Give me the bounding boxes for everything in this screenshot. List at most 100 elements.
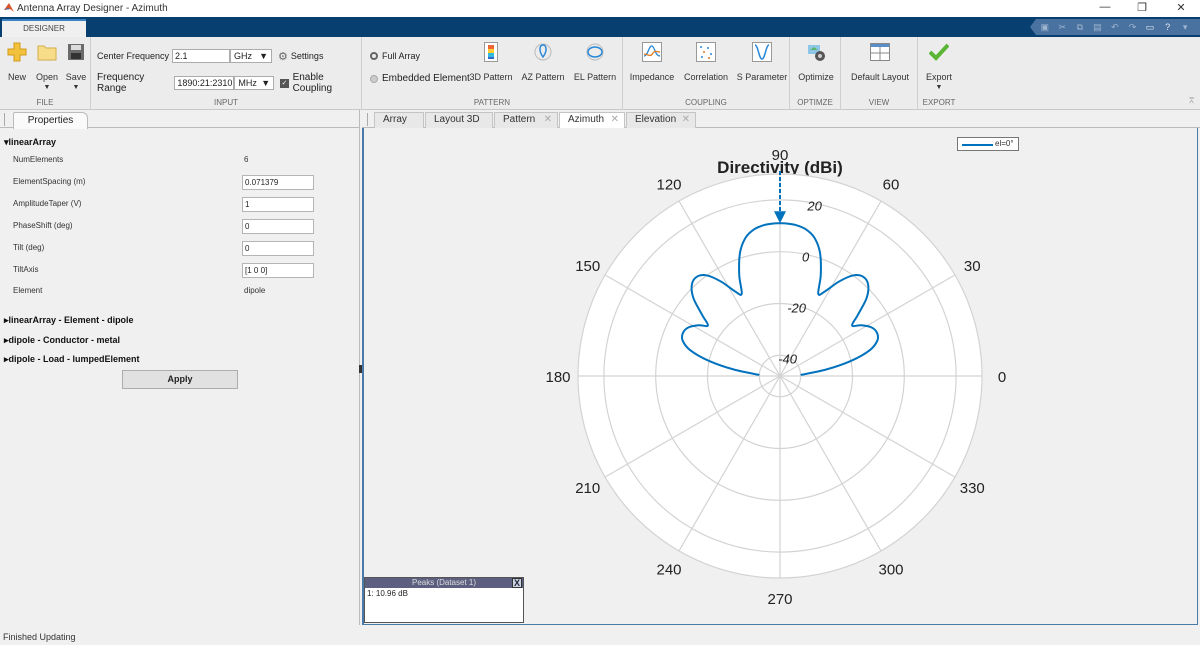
paste-icon[interactable]: ▤: [1091, 22, 1103, 33]
impedance-icon: [642, 42, 662, 62]
coupling-group: Impedance Correlation S Parameter COUPLI…: [623, 37, 790, 110]
matlab-logo-icon: [4, 3, 14, 12]
element-spacing-input[interactable]: 0.071379: [242, 175, 314, 190]
gear-icon: ⚙: [278, 50, 288, 63]
section-element-dipole[interactable]: ▸linearArray - Element - dipole: [4, 315, 134, 326]
az-pattern-icon: [534, 43, 552, 61]
phase-shift-input[interactable]: 0: [242, 219, 314, 234]
tilt-axis-input[interactable]: [1 0 0]: [242, 263, 314, 278]
window-title: Antenna Array Designer - Azimuth: [17, 3, 168, 14]
folder-icon: [37, 45, 57, 61]
el-pattern-icon: [586, 43, 604, 61]
new-button[interactable]: New: [5, 41, 29, 82]
legend[interactable]: el=0°: [957, 137, 1019, 151]
section-load-lumped-element[interactable]: ▸dipole - Load - lumpedElement: [4, 354, 140, 365]
tilt-input[interactable]: 0: [242, 241, 314, 256]
section-conductor-metal[interactable]: ▸dipole - Conductor - metal: [4, 335, 120, 346]
3d-pattern-button[interactable]: 3D Pattern: [468, 41, 514, 82]
prop-label-amplitude-taper: AmplitudeTaper (V): [13, 199, 82, 208]
properties-panel: Properties ▾linearArray NumElements 6 El…: [0, 110, 360, 625]
floppy-disk-icon: [68, 44, 84, 60]
file-group: New Open ▼ Save ▼ FILE: [0, 37, 91, 110]
prop-value-element: dipole: [244, 286, 266, 295]
settings-button[interactable]: ⚙ Settings: [278, 50, 323, 63]
copy-icon[interactable]: ⧉: [1074, 22, 1086, 33]
export-group: Export ▼ EXPORT ⩞: [918, 37, 1200, 110]
panel-grip[interactable]: [4, 113, 5, 126]
peaks-title: Peaks (Dataset 1): [411, 578, 477, 587]
peak-entry: 1: 10.96 dB: [367, 589, 408, 598]
optimize-group: Optimize OPTIMZE: [790, 37, 841, 110]
tab-array[interactable]: Array: [374, 112, 424, 128]
status-bar: Finished Updating: [3, 632, 76, 642]
section-linear-array[interactable]: ▾linearArray: [4, 137, 56, 148]
redo-icon[interactable]: ↷: [1127, 22, 1139, 33]
minimize-button[interactable]: —: [1090, 1, 1120, 13]
pattern-group: Full Array Embedded Element 3D Pattern A…: [362, 37, 623, 110]
export-dropdown-icon[interactable]: ▼: [921, 84, 957, 91]
prop-value-num-elements: 6: [244, 155, 249, 164]
collapse-ribbon-icon[interactable]: ⩞: [1189, 96, 1194, 106]
tab-designer[interactable]: DESIGNER: [2, 19, 86, 37]
save-dropdown-icon[interactable]: ▼: [64, 84, 88, 91]
layout-grid-icon: [870, 43, 890, 61]
view-group: Default Layout VIEW: [841, 37, 918, 110]
close-tab-icon[interactable]: ✕: [611, 113, 619, 127]
close-peaks-button[interactable]: X: [512, 578, 522, 588]
center-frequency-input[interactable]: 2.1: [172, 49, 231, 63]
quick-access-toolbar: ▣ ✂ ⧉ ▤ ↶ ↷ ▭ ? ▾: [1030, 19, 1200, 35]
center-frequency-unit-select[interactable]: GHz ▼: [230, 49, 273, 63]
correlation-icon: [696, 42, 716, 62]
frequency-range-unit-select[interactable]: MHz ▼: [234, 76, 275, 90]
prop-label-phase-shift: PhaseShift (deg): [13, 221, 73, 230]
layout-icon[interactable]: ▭: [1144, 22, 1156, 33]
close-tab-icon[interactable]: ✕: [544, 113, 552, 127]
frequency-range-input[interactable]: 1890:21:2310: [174, 76, 235, 90]
prop-label-num-elements: NumElements: [13, 155, 64, 164]
prop-label-element-spacing: ElementSpacing (m): [13, 177, 86, 186]
tab-properties[interactable]: Properties: [13, 112, 88, 129]
full-array-radio[interactable]: Full Array: [370, 51, 420, 61]
frequency-range-label: Frequency Range: [97, 72, 145, 94]
chevron-down-icon: ▼: [259, 51, 269, 61]
plot-area: [362, 128, 1198, 625]
legend-entry: el=0°: [995, 139, 1014, 148]
save-icon[interactable]: ▣: [1039, 22, 1051, 33]
s-parameter-icon: [752, 42, 772, 62]
s-parameter-button[interactable]: S Parameter: [734, 41, 790, 82]
amplitude-taper-input[interactable]: 1: [242, 197, 314, 212]
options-icon[interactable]: ▾: [1179, 22, 1191, 33]
document-tabs: Array Layout 3D Pattern ✕ Azimuth ✕ Elevat…: [362, 110, 1200, 129]
default-layout-button[interactable]: Default Layout: [845, 41, 915, 82]
open-button[interactable]: Open ▼: [34, 41, 60, 91]
input-group: Center Frequency 2.1 GHz ▼ ⚙ Settings Fre…: [91, 37, 362, 110]
prop-label-element: Element: [13, 286, 43, 295]
help-icon[interactable]: ?: [1162, 22, 1174, 32]
apply-button[interactable]: Apply: [122, 370, 238, 389]
restore-button[interactable]: ❐: [1127, 1, 1157, 14]
optimize-button[interactable]: Optimize: [793, 41, 839, 82]
legend-line-swatch: [962, 144, 993, 146]
tabs-grip[interactable]: [367, 113, 368, 126]
close-button[interactable]: ✕: [1166, 1, 1196, 14]
embedded-element-radio[interactable]: Embedded Element: [370, 73, 470, 84]
az-pattern-button[interactable]: AZ Pattern: [519, 41, 567, 82]
tab-azimuth[interactable]: Azimuth ✕: [559, 112, 625, 129]
enable-coupling-checkbox[interactable]: ✓ Enable Coupling: [280, 72, 361, 94]
close-tab-icon[interactable]: ✕: [682, 113, 690, 127]
export-button[interactable]: Export ▼: [921, 41, 957, 91]
title-bar: Antenna Array Designer - Azimuth — ❐ ✕: [0, 0, 1200, 17]
3d-pattern-icon: [484, 42, 498, 62]
correlation-button[interactable]: Correlation: [680, 41, 732, 82]
tab-layout-3d[interactable]: Layout 3D: [425, 112, 493, 128]
el-pattern-button[interactable]: EL Pattern: [571, 41, 619, 82]
tab-elevation[interactable]: Elevation ✕: [626, 112, 696, 128]
prop-label-tilt: Tilt (deg): [13, 243, 45, 252]
tab-pattern[interactable]: Pattern ✕: [494, 112, 558, 128]
open-dropdown-icon[interactable]: ▼: [34, 84, 60, 91]
radio-selected-icon: [370, 52, 378, 60]
save-button[interactable]: Save ▼: [64, 41, 88, 91]
impedance-button[interactable]: Impedance: [626, 41, 678, 82]
undo-icon[interactable]: ↶: [1109, 22, 1121, 33]
cut-icon[interactable]: ✂: [1056, 22, 1068, 33]
